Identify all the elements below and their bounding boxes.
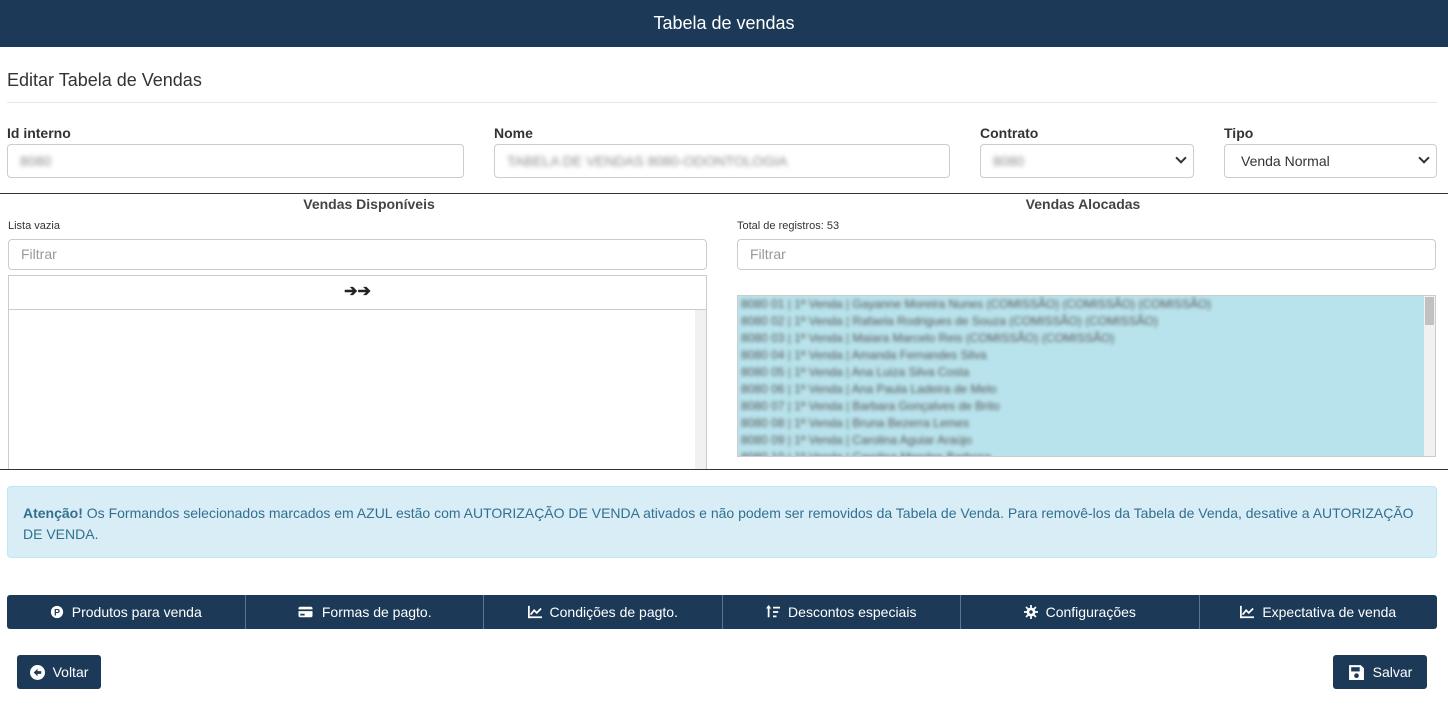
- page-title: Editar Tabela de Vendas: [7, 70, 202, 90]
- list-item[interactable]: 8080 02 | 1ª Venda | Rafaela Rodrigues d…: [738, 313, 1435, 330]
- tab-label: Condições de pagto.: [549, 604, 678, 620]
- list-item[interactable]: 8080 01 | 1ª Venda | Gayanne Moreira Nun…: [738, 296, 1435, 313]
- tab-expectativa[interactable]: Expectativa de venda: [1199, 595, 1437, 629]
- allocated-filter-input[interactable]: Filtrar: [737, 239, 1436, 270]
- list-item[interactable]: 8080 04 | 1ª Venda | Amanda Fernandes Si…: [738, 347, 1435, 364]
- list-item[interactable]: 8080 05 | 1ª Venda | Ana Luiza Silva Cos…: [738, 364, 1435, 381]
- nome-value: TABELA DE VENDAS 8080-ODONTOLOGIA: [507, 153, 788, 169]
- list-item[interactable]: 8080 08 | 1ª Venda | Bruna Bezerra Lemes: [738, 415, 1435, 432]
- tab-label: Descontos especiais: [788, 604, 917, 620]
- contrato-label: Contrato: [980, 125, 1039, 141]
- allocated-status: Total de registros: 53: [737, 220, 840, 232]
- tab-descontos[interactable]: Descontos especiais: [722, 595, 961, 629]
- tipo-label: Tipo: [1224, 125, 1254, 141]
- app-title: Tabela de vendas: [653, 13, 795, 33]
- back-button[interactable]: Voltar: [17, 655, 101, 689]
- save-button[interactable]: Salvar: [1333, 655, 1427, 689]
- section-tabs: P Produtos para venda Formas de pagto. C…: [7, 595, 1437, 629]
- tab-label: Expectativa de venda: [1262, 604, 1397, 620]
- alert-strong: Atenção!: [23, 505, 83, 521]
- gear-icon: [1023, 605, 1038, 619]
- tipo-value: Venda Normal: [1241, 153, 1330, 169]
- available-status: Lista vazia: [8, 220, 60, 232]
- tab-label: Configurações: [1045, 604, 1136, 620]
- app-header: Tabela de vendas: [0, 0, 1448, 47]
- contrato-value: 8080: [993, 153, 1025, 169]
- tab-condicoes-pagto[interactable]: Condições de pagto.: [484, 595, 723, 629]
- sort-icon: [766, 605, 781, 618]
- credit-card-icon: [298, 606, 313, 618]
- chart-icon: [527, 605, 542, 619]
- product-icon: P: [50, 605, 63, 619]
- attention-alert: Atenção! Os Formandos selecionados marca…: [7, 486, 1437, 558]
- double-arrow-right-icon: ➔➔: [344, 283, 371, 300]
- floppy-disk-icon: [1348, 664, 1364, 680]
- alert-text: Os Formandos selecionados marcados em AZ…: [23, 505, 1414, 542]
- scrollbar-thumb[interactable]: [1425, 297, 1434, 325]
- tab-formas-pagto[interactable]: Formas de pagto.: [245, 595, 484, 629]
- back-label: Voltar: [52, 664, 89, 680]
- chart-icon: [1240, 605, 1255, 619]
- allocated-title: Vendas Alocadas: [1025, 196, 1141, 212]
- svg-text:P: P: [54, 608, 60, 618]
- list-item[interactable]: 8080 07 | 1ª Venda | Barbara Gonçalves d…: [738, 398, 1435, 415]
- tab-label: Produtos para venda: [71, 604, 202, 620]
- allocated-filter-placeholder: Filtrar: [750, 246, 786, 262]
- id-label: Id interno: [7, 125, 71, 141]
- nome-label: Nome: [494, 125, 533, 141]
- id-value: 8080: [20, 153, 52, 169]
- chevron-down-icon: [1418, 152, 1430, 164]
- allocated-list[interactable]: 8080 01 | 1ª Venda | Gayanne Moreira Nun…: [737, 295, 1436, 457]
- tipo-select[interactable]: Venda Normal: [1224, 144, 1437, 178]
- list-item[interactable]: 8080 10 | 1ª Venda | Carolina Mendes Bar…: [738, 449, 1435, 456]
- available-title: Vendas Disponíveis: [303, 196, 435, 212]
- list-item[interactable]: 8080 03 | 1ª Venda | Maiara Marcelo Reis…: [738, 330, 1435, 347]
- save-label: Salvar: [1372, 664, 1413, 680]
- section-divider-top: [0, 193, 1448, 194]
- id-field[interactable]: 8080: [7, 144, 464, 178]
- tab-produtos[interactable]: P Produtos para venda: [7, 595, 246, 629]
- arrow-left-circle-icon: [29, 664, 45, 680]
- section-divider-bottom: [0, 469, 1448, 470]
- tab-label: Formas de pagto.: [321, 604, 432, 620]
- available-filter-placeholder: Filtrar: [21, 246, 57, 262]
- tab-configuracoes[interactable]: Configurações: [961, 595, 1200, 629]
- list-item[interactable]: 8080 09 | 1ª Venda | Carolina Aguiar Ara…: [738, 432, 1435, 449]
- available-scrollbar[interactable]: [695, 310, 706, 469]
- move-all-button[interactable]: ➔➔: [8, 275, 707, 309]
- allocated-scrollbar[interactable]: [1424, 296, 1435, 456]
- available-filter-input[interactable]: Filtrar: [8, 239, 707, 270]
- chevron-down-icon: [1175, 152, 1187, 164]
- list-item[interactable]: 8080 06 | 1ª Venda | Ana Paula Ladeira d…: [738, 381, 1435, 398]
- nome-field[interactable]: TABELA DE VENDAS 8080-ODONTOLOGIA: [494, 144, 950, 178]
- available-list[interactable]: [8, 309, 707, 470]
- contrato-select[interactable]: 8080: [980, 144, 1194, 178]
- title-divider: [7, 102, 1437, 103]
